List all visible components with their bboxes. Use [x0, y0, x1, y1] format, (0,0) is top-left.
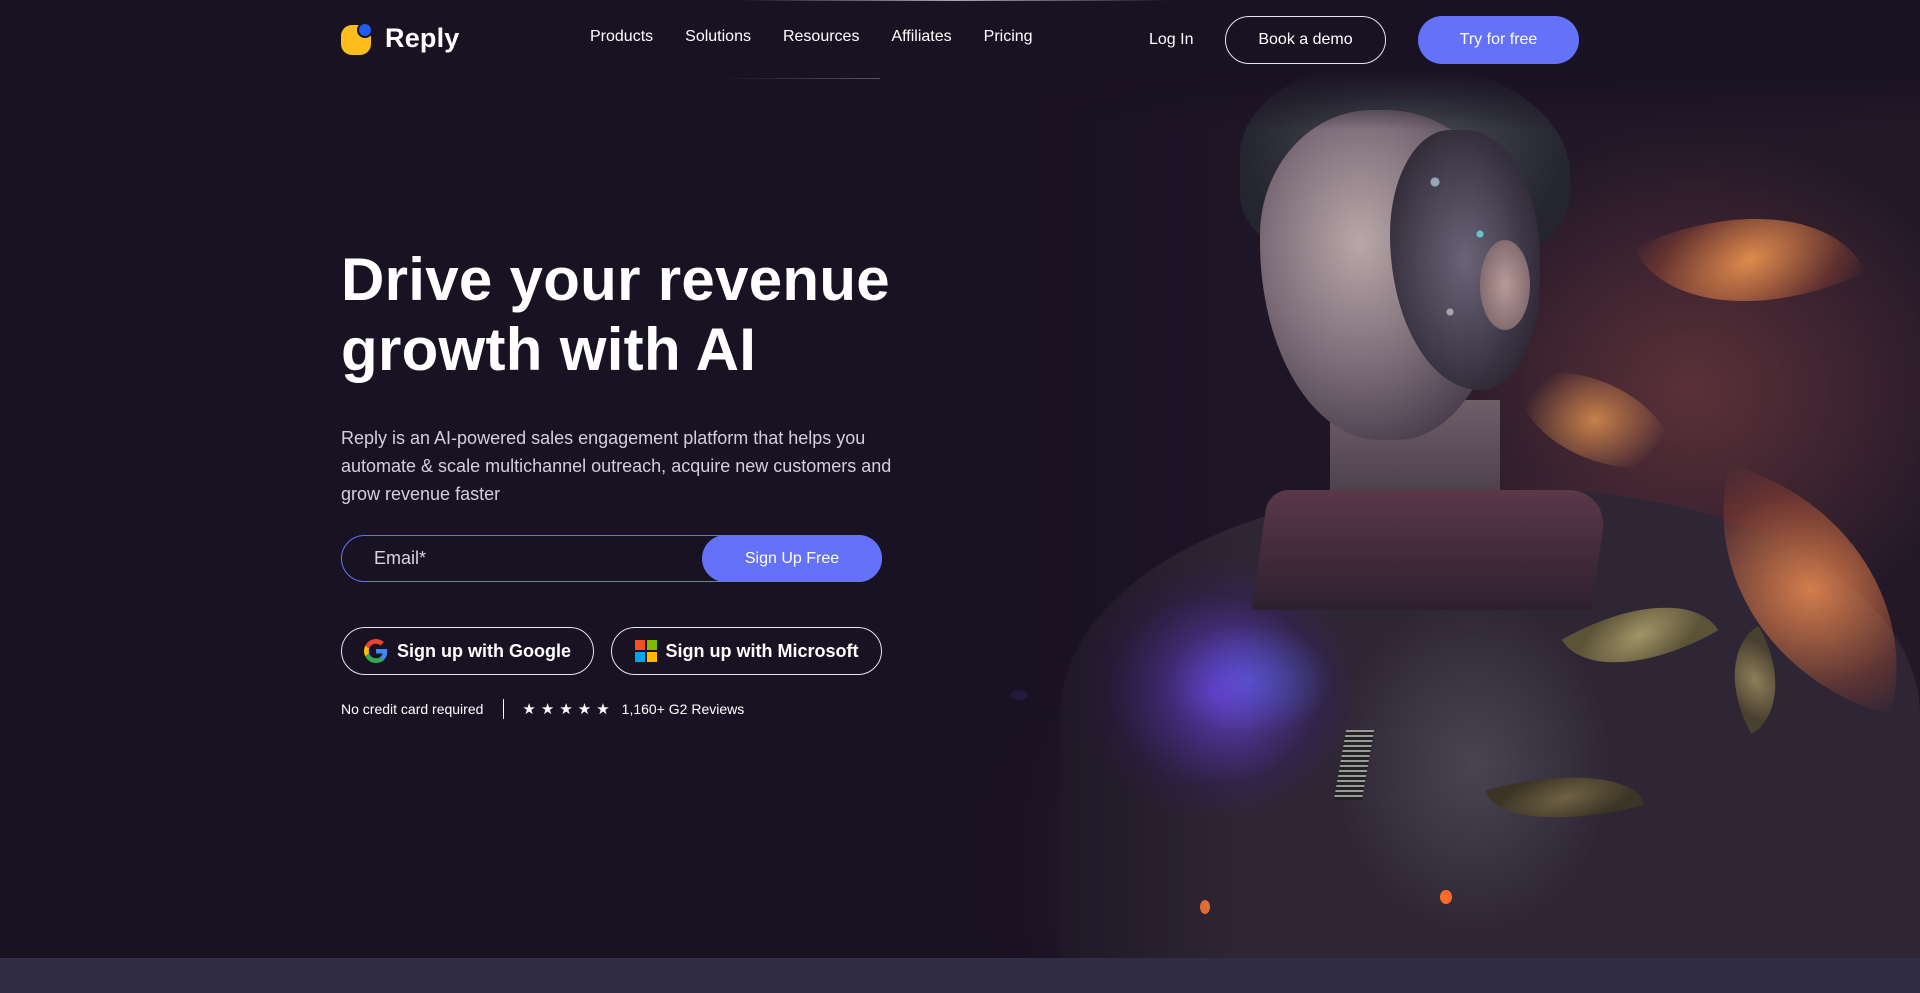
star-icon: ★ — [559, 700, 573, 718]
microsoft-icon — [634, 640, 657, 662]
next-section-strip — [0, 958, 1920, 993]
hero-subtitle: Reply is an AI-powered sales engagement … — [341, 428, 892, 504]
sign-up-free-button[interactable]: Sign Up Free — [702, 535, 882, 582]
nav-link-products[interactable]: Products — [590, 28, 653, 46]
email-signup-form: Sign Up Free — [341, 535, 882, 582]
oauth-buttons: Sign up with Google Sign up with Microso… — [341, 627, 882, 675]
try-for-free-button[interactable]: Try for free — [1418, 16, 1579, 64]
google-signup-button[interactable]: Sign up with Google — [341, 627, 594, 675]
hero-image-fade — [880, 70, 1240, 958]
hero-image-ear — [1480, 240, 1530, 330]
no-credit-card-text: No credit card required — [341, 701, 484, 717]
star-icon: ★ — [522, 700, 536, 718]
microsoft-icon-yellow — [646, 652, 657, 662]
nav-link-resources[interactable]: Resources — [783, 28, 859, 46]
hero-image-collar — [1251, 490, 1609, 610]
microsoft-icon-red — [634, 640, 645, 650]
star-icon: ★ — [577, 700, 592, 718]
nav-link-solutions[interactable]: Solutions — [685, 28, 751, 46]
google-icon — [364, 639, 388, 663]
google-signup-label: Sign up with Google — [397, 640, 571, 661]
trust-divider — [503, 699, 505, 719]
hero-section: Drive your revenue growth with AI Reply … — [341, 245, 941, 508]
trust-bar: No credit card required ★ ★ ★ ★ ★ 1,160+ G2 … — [341, 699, 744, 719]
book-demo-button[interactable]: Book a demo — [1225, 16, 1386, 64]
top-nav: Reply Products Solutions Resources Affil… — [0, 0, 1920, 80]
login-link[interactable]: Log In — [1149, 31, 1193, 49]
logo-link[interactable]: Reply — [341, 22, 460, 55]
nav-link-affiliates[interactable]: Affiliates — [891, 28, 951, 46]
hero-image-spark — [1440, 890, 1452, 904]
page: Reply Products Solutions Resources Affil… — [0, 0, 1920, 958]
microsoft-icon-green — [646, 640, 657, 650]
hero-image — [880, 70, 1920, 958]
microsoft-signup-button[interactable]: Sign up with Microsoft — [611, 627, 882, 675]
rating-stars: ★ ★ ★ ★ ★ — [522, 702, 609, 717]
logo-blue-dot — [357, 22, 373, 38]
hero-title-line-2: growth with AI — [341, 316, 757, 383]
star-icon: ★ — [540, 700, 555, 718]
nav-link-pricing[interactable]: Pricing — [984, 28, 1033, 46]
main-menu: Products Solutions Resources Affiliates … — [590, 28, 1033, 46]
logo-text: Reply — [385, 22, 460, 53]
microsoft-signup-label: Sign up with Microsoft — [665, 640, 859, 661]
star-icon: ★ — [596, 700, 610, 718]
g2-reviews-text: 1,160+ G2 Reviews — [621, 701, 745, 717]
reply-logo-icon — [341, 22, 373, 55]
microsoft-icon-blue — [634, 652, 645, 662]
hero-title: Drive your revenue growth with AI — [341, 245, 941, 385]
hero-title-line-1: Drive your revenue — [341, 246, 890, 313]
